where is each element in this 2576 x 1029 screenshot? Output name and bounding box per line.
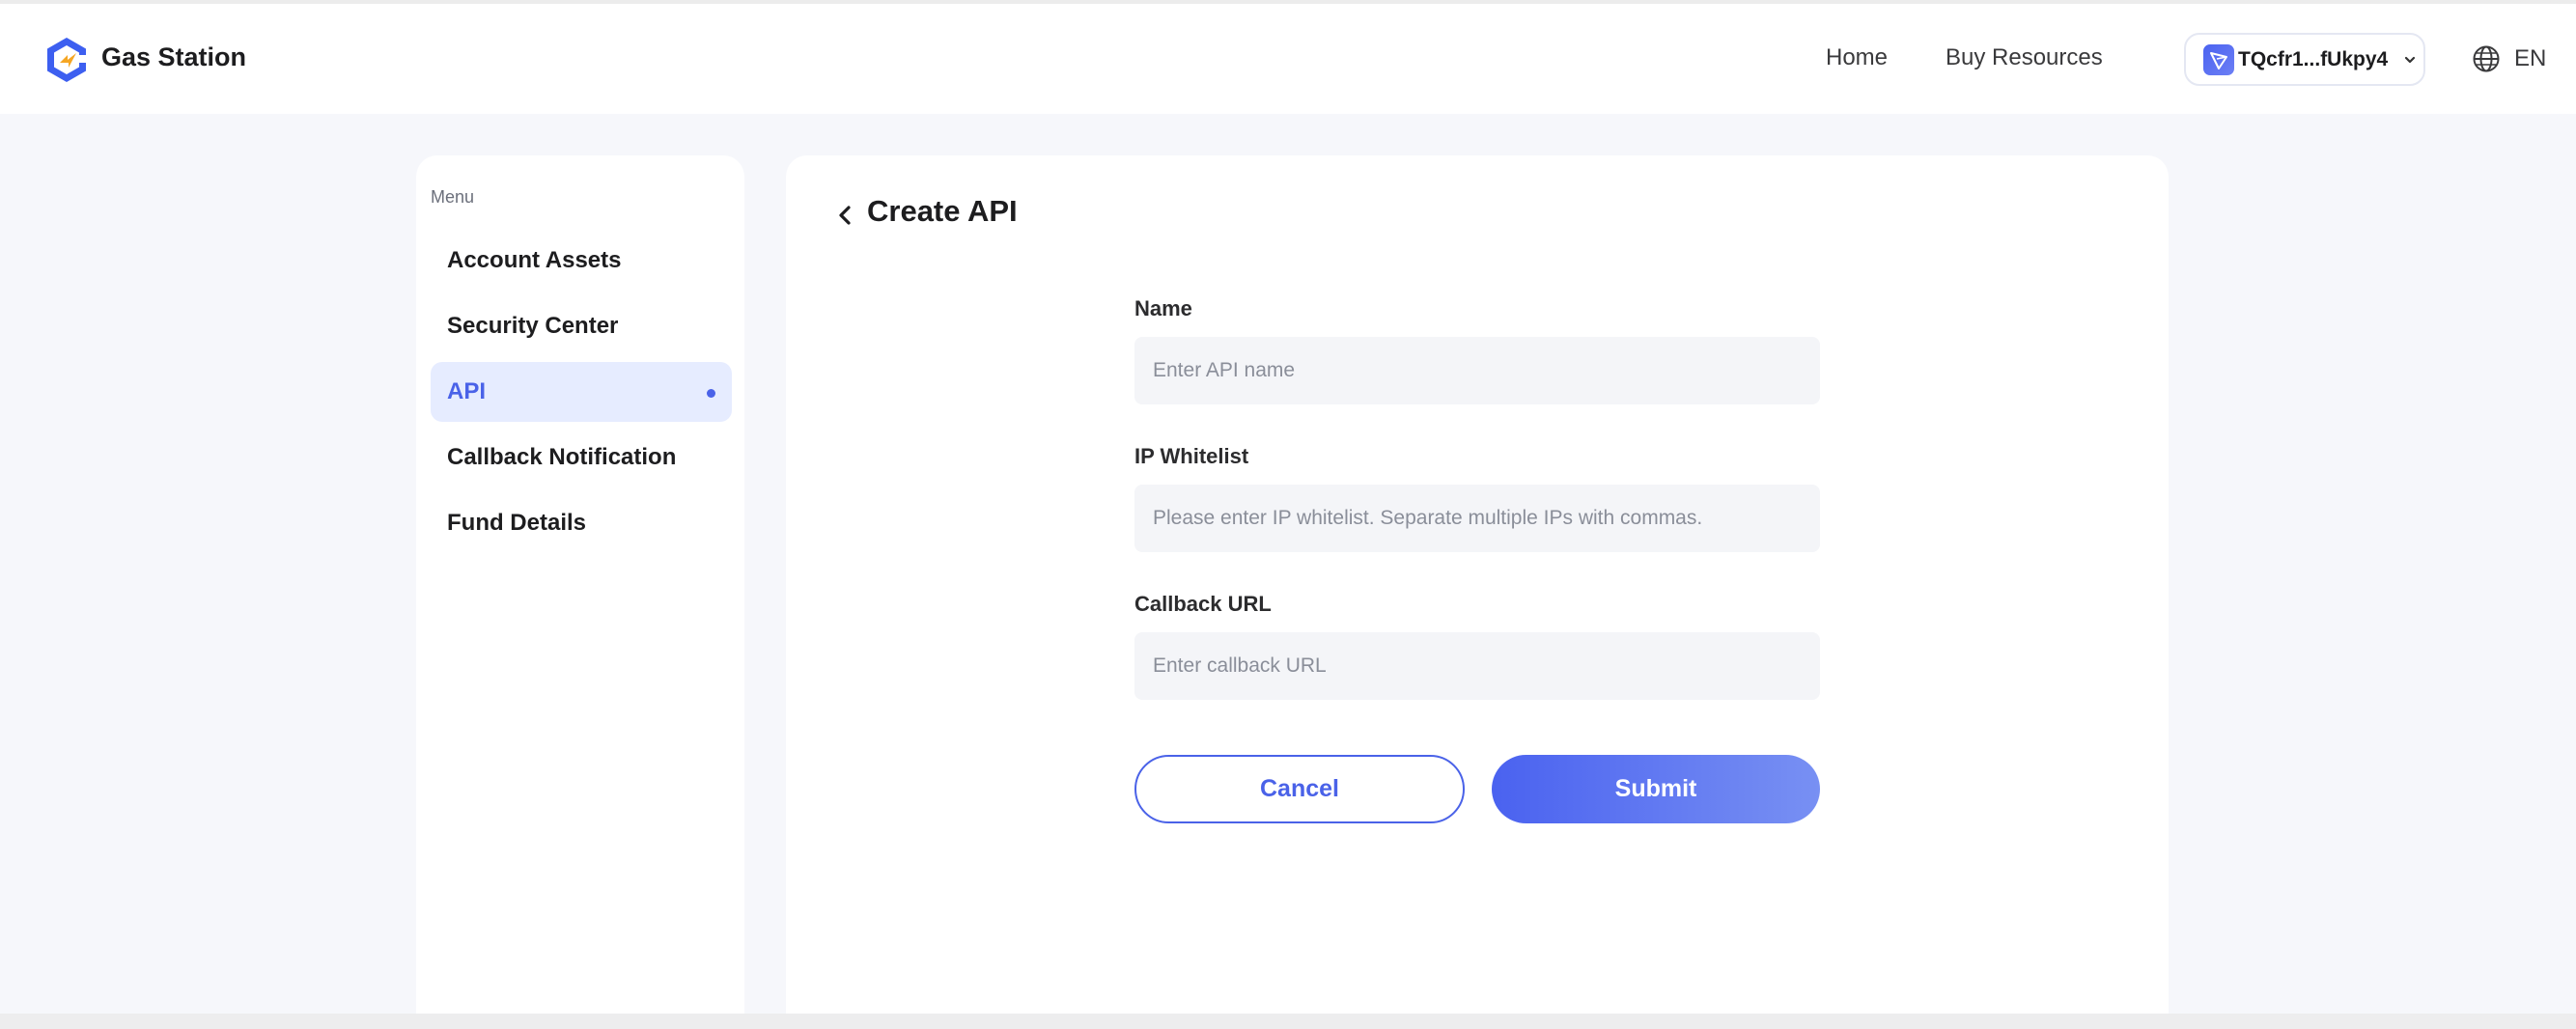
top-header: Gas Station Home Buy Resources TQcfr1...… bbox=[0, 4, 2576, 114]
name-label: Name bbox=[1134, 296, 1192, 320]
wallet-address: TQcfr1...fUkpy4 bbox=[2238, 47, 2389, 70]
brand-name[interactable]: Gas Station bbox=[101, 42, 246, 72]
callback-url-label: Callback URL bbox=[1134, 592, 1272, 616]
chevron-down-icon bbox=[2405, 56, 2416, 63]
ip-whitelist-label: IP Whitelist bbox=[1134, 444, 1249, 468]
globe-icon bbox=[2473, 45, 2500, 72]
ip-whitelist-input[interactable] bbox=[1134, 485, 1820, 552]
api-name-input[interactable] bbox=[1134, 337, 1820, 404]
tron-wallet-icon bbox=[2203, 43, 2234, 75]
callback-url-input[interactable] bbox=[1134, 632, 1820, 700]
wallet-button[interactable]: TQcfr1...fUkpy4 bbox=[2184, 33, 2425, 86]
menu-title: Menu bbox=[431, 187, 475, 207]
active-indicator-dot bbox=[707, 389, 715, 398]
language-switcher[interactable]: EN bbox=[2472, 44, 2546, 73]
cancel-button[interactable]: Cancel bbox=[1134, 755, 1465, 823]
create-api-panel: Create API Name IP Whitelist Callback UR… bbox=[786, 155, 2169, 1029]
bottom-strip bbox=[0, 1014, 2576, 1029]
sidebar-item-fund-details[interactable]: Fund Details bbox=[431, 493, 732, 553]
chevron-left-icon[interactable] bbox=[834, 202, 855, 229]
sidebar-item-api[interactable]: API bbox=[431, 362, 732, 422]
language-label: EN bbox=[2514, 45, 2547, 71]
sidebar-item-callback-notification[interactable]: Callback Notification bbox=[431, 428, 732, 487]
submit-button[interactable]: Submit bbox=[1492, 755, 1820, 823]
page-title: Create API bbox=[867, 194, 1018, 228]
sidebar-item-security-center[interactable]: Security Center bbox=[431, 296, 732, 356]
sidebar-item-account-assets[interactable]: Account Assets bbox=[431, 231, 732, 291]
gas-station-logo[interactable] bbox=[44, 36, 89, 84]
nav-home-link[interactable]: Home bbox=[1826, 44, 1888, 71]
sidebar-menu: Menu Account Assets Security Center API … bbox=[416, 155, 744, 1029]
sidebar-item-label: API bbox=[447, 378, 487, 404]
nav-buy-resources-link[interactable]: Buy Resources bbox=[1946, 44, 2103, 71]
